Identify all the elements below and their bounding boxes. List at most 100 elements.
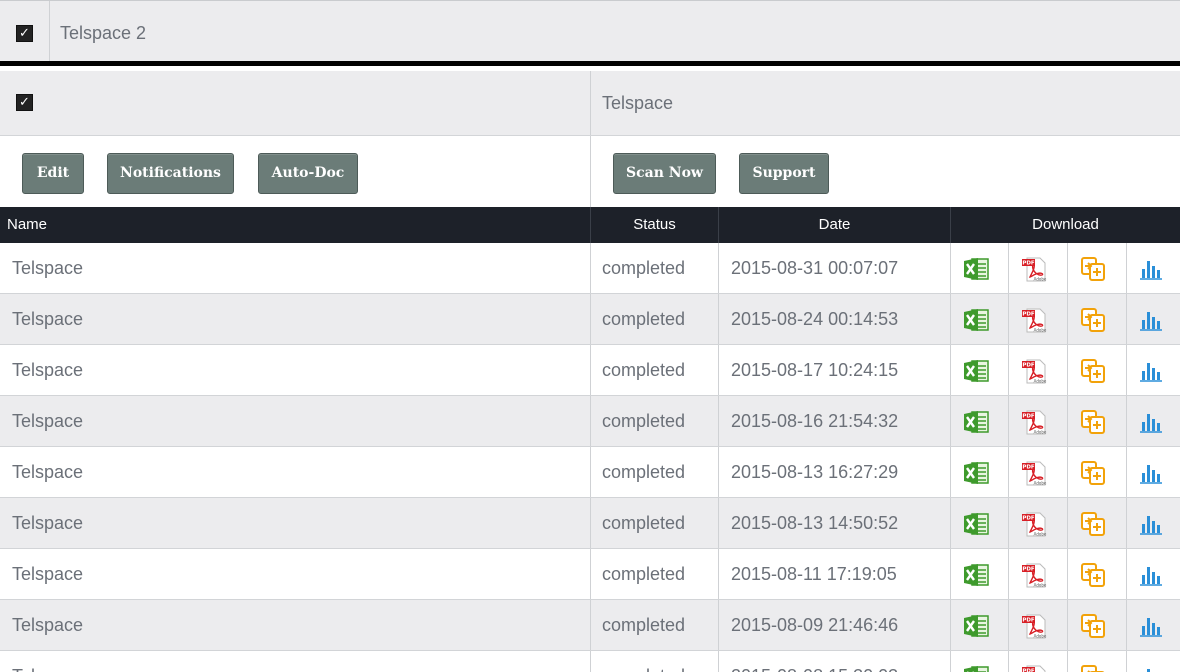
row-name: Telspace xyxy=(12,564,84,584)
compare-icon[interactable] xyxy=(1079,663,1107,672)
chart-icon[interactable] xyxy=(1137,663,1165,672)
row-divider xyxy=(718,651,719,672)
excel-icon[interactable] xyxy=(962,612,990,640)
row-divider xyxy=(950,345,951,395)
table-row: Telspace completed 2015-08-24 00:14:53 PDF A… xyxy=(0,294,1180,345)
row-divider xyxy=(718,498,719,548)
compare-icon[interactable] xyxy=(1079,357,1107,385)
row-divider xyxy=(590,294,591,344)
row-divider xyxy=(590,396,591,446)
row-divider xyxy=(590,345,591,395)
row-status: completed xyxy=(602,411,686,431)
pdf-icon[interactable]: PDFAdobe xyxy=(1020,612,1048,640)
select-all-checkbox[interactable]: ✓ xyxy=(16,25,33,42)
group-row: ✓ Telspace xyxy=(0,71,1180,136)
pdf-icon-caption: Adobe xyxy=(1034,481,1047,486)
row-divider xyxy=(950,396,951,446)
row-divider xyxy=(1067,651,1068,672)
row-divider xyxy=(950,498,951,548)
compare-icon[interactable] xyxy=(1079,408,1107,436)
row-divider xyxy=(1008,243,1009,293)
row-status: completed xyxy=(602,309,686,329)
row-divider xyxy=(1126,294,1127,344)
row-status: completed xyxy=(602,513,686,533)
table-row: Telspace completed 2015-08-31 00:07:07 PDF A… xyxy=(0,243,1180,294)
pdf-icon-caption: Adobe xyxy=(1034,277,1047,282)
row-divider xyxy=(1008,498,1009,548)
row-name: Telspace xyxy=(12,411,84,431)
column-divider xyxy=(590,71,591,135)
excel-icon[interactable] xyxy=(962,561,990,589)
row-date: 2015-08-31 00:07:07 xyxy=(731,258,899,278)
table-row: Telspace completed 2015-08-11 17:19:05 PDF A… xyxy=(0,549,1180,600)
chart-icon[interactable] xyxy=(1137,459,1165,487)
excel-icon[interactable] xyxy=(962,408,990,436)
auto-doc-button[interactable]: Auto-Doc xyxy=(258,153,358,194)
row-divider xyxy=(950,294,951,344)
pdf-icon[interactable]: PDFAdobe xyxy=(1020,510,1048,538)
compare-icon[interactable] xyxy=(1079,255,1107,283)
chart-icon[interactable] xyxy=(1137,510,1165,538)
row-status: completed xyxy=(602,258,686,278)
table-row: Telspace completed 2015-08-16 21:54:32 PDF A… xyxy=(0,396,1180,447)
compare-icon[interactable] xyxy=(1079,306,1107,334)
excel-icon[interactable] xyxy=(962,255,990,283)
chart-icon[interactable] xyxy=(1137,306,1165,334)
compare-icon[interactable] xyxy=(1079,561,1107,589)
row-name: Telspace xyxy=(12,360,84,380)
column-header-date[interactable]: Date xyxy=(719,207,950,243)
chart-icon[interactable] xyxy=(1137,561,1165,589)
pdf-icon-label: PDF xyxy=(1022,669,1035,672)
row-divider xyxy=(590,447,591,497)
compare-icon[interactable] xyxy=(1079,459,1107,487)
excel-icon[interactable] xyxy=(962,357,990,385)
excel-icon[interactable] xyxy=(962,459,990,487)
row-divider xyxy=(718,447,719,497)
pdf-icon[interactable]: PDFAdobe xyxy=(1020,408,1048,436)
row-divider xyxy=(718,345,719,395)
table-row: Telspace completed 2015-08-13 14:50:52 PDF A… xyxy=(0,498,1180,549)
excel-icon[interactable] xyxy=(962,663,990,672)
row-date: 2015-08-24 00:14:53 xyxy=(731,309,899,329)
row-divider xyxy=(718,600,719,650)
pdf-icon[interactable]: PDFAdobe xyxy=(1020,663,1048,672)
row-status: completed xyxy=(602,360,686,380)
support-button[interactable]: Support xyxy=(739,153,829,194)
compare-icon[interactable] xyxy=(1079,612,1107,640)
row-divider xyxy=(1008,345,1009,395)
chart-icon[interactable] xyxy=(1137,408,1165,436)
excel-icon[interactable] xyxy=(962,306,990,334)
pdf-icon[interactable]: PDFAdobe xyxy=(1020,357,1048,385)
row-date: 2015-08-09 21:46:46 xyxy=(731,615,899,635)
chart-icon[interactable] xyxy=(1137,612,1165,640)
row-divider xyxy=(1008,447,1009,497)
row-divider xyxy=(1126,600,1127,650)
row-date: 2015-08-13 16:27:29 xyxy=(731,462,899,482)
scan-now-button[interactable]: Scan Now xyxy=(613,153,716,194)
table-body: Telspace completed 2015-08-31 00:07:07 PDF A… xyxy=(0,243,1180,672)
row-divider xyxy=(1126,396,1127,446)
column-header-status[interactable]: Status xyxy=(591,207,718,243)
pdf-icon-caption: Adobe xyxy=(1034,634,1047,639)
edit-button[interactable]: Edit xyxy=(22,153,84,194)
row-date: 2015-08-11 17:19:05 xyxy=(731,564,897,584)
row-divider xyxy=(1126,549,1127,599)
table-row: Telspace completed 2015-08-08 15:30:03 PDFA… xyxy=(0,651,1180,672)
chart-icon[interactable] xyxy=(1137,357,1165,385)
pdf-icon-caption: Adobe xyxy=(1034,583,1047,588)
row-divider xyxy=(1067,600,1068,650)
pdf-icon[interactable]: PDFAdobe xyxy=(1020,459,1048,487)
group-checkbox[interactable]: ✓ xyxy=(16,94,33,111)
top-bar: ✓ Telspace 2 xyxy=(0,0,1180,66)
row-divider xyxy=(1067,549,1068,599)
row-divider xyxy=(950,447,951,497)
chart-icon[interactable] xyxy=(1137,255,1165,283)
notifications-button[interactable]: Notifications xyxy=(107,153,234,194)
excel-icon[interactable] xyxy=(962,510,990,538)
pdf-icon[interactable]: PDFAdobe xyxy=(1020,255,1048,283)
pdf-icon[interactable]: PDFAdobe xyxy=(1020,561,1048,589)
column-header-name[interactable]: Name xyxy=(7,207,47,243)
pdf-icon[interactable]: PDFAdobe xyxy=(1020,306,1048,334)
row-status: completed xyxy=(602,651,685,672)
compare-icon[interactable] xyxy=(1079,510,1107,538)
